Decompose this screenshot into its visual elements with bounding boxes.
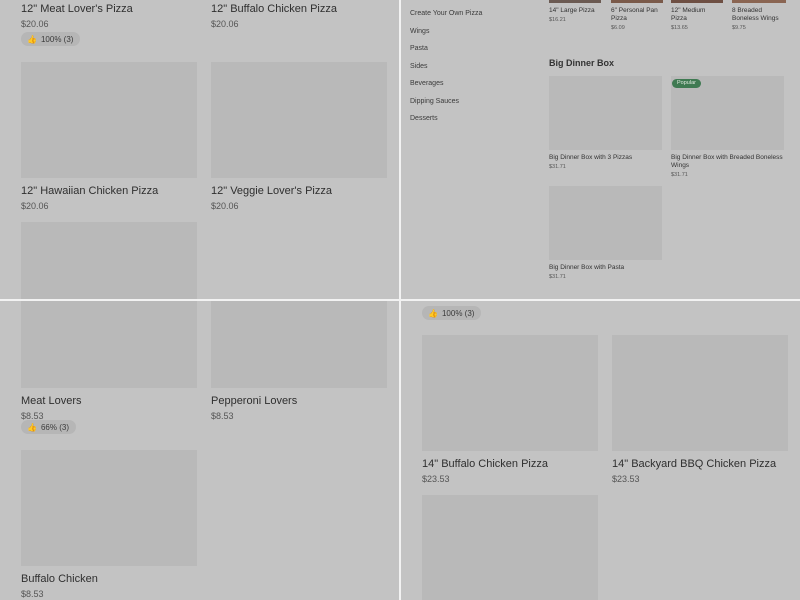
- menu-item-title: Buffalo Chicken: [21, 573, 98, 585]
- category-nav-item[interactable]: Sides: [410, 63, 428, 70]
- rating-badge: 👍 100% (3): [422, 306, 482, 320]
- menu-item-card[interactable]: 14" Buffalo Chicken Pizza $23.53: [422, 335, 598, 484]
- menu-item-card[interactable]: Big Dinner Box with Pasta $31.71: [549, 186, 662, 280]
- menu-item-price: $31.71: [549, 164, 566, 170]
- menu-item-title: 12" Veggie Lover's Pizza: [211, 185, 332, 197]
- menu-item-price: $20.06: [211, 19, 239, 29]
- menu-item-card[interactable]: Buffalo Chicken $8.53: [21, 450, 197, 599]
- menu-item-card[interactable]: Meat Lovers $8.53: [21, 301, 197, 421]
- menu-item-price: $6.09: [611, 25, 625, 31]
- menu-item-price: $9.75: [732, 25, 746, 31]
- menu-item-title: Big Dinner Box with Pasta: [549, 264, 625, 271]
- menu-item-card[interactable]: 6" Personal Pan Pizza $6.09: [611, 0, 663, 31]
- menu-item-image: [211, 62, 387, 178]
- menu-item-title: 14" Backyard BBQ Chicken Pizza: [612, 458, 777, 470]
- menu-item-image: [422, 335, 598, 451]
- panel-top-left: 12" Meat Lover's Pizza $20.06 12" Buffal…: [0, 0, 399, 299]
- category-nav-item[interactable]: Wings: [410, 28, 429, 35]
- category-nav-item[interactable]: Pasta: [410, 45, 428, 52]
- menu-item-image: [211, 301, 387, 388]
- menu-item-price: $13.65: [671, 25, 688, 31]
- menu-item-price: $20.06: [21, 19, 49, 29]
- menu-item-card[interactable]: 14" Backyard BBQ Chicken Pizza $23.53: [612, 335, 788, 484]
- menu-item-price: $20.06: [21, 201, 49, 211]
- menu-item-price: $8.53: [21, 589, 44, 599]
- menu-item-card[interactable]: 8 Breaded Boneless Wings $9.75: [732, 0, 786, 31]
- panel-bottom-right: 👍 100% (3) 14" Buffalo Chicken Pizza $23…: [401, 301, 800, 600]
- thumbs-up-icon: 👍: [27, 422, 37, 432]
- menu-item-image: [422, 495, 598, 600]
- popular-badge: Popular: [672, 79, 701, 88]
- menu-item-title: Meat Lovers: [21, 395, 82, 407]
- panel-top-right: Create Your Own Pizza Wings Pasta Sides …: [401, 0, 800, 299]
- horizontal-divider: [0, 299, 800, 301]
- menu-item-card[interactable]: 12" Buffalo Chicken Pizza $20.06: [211, 0, 387, 29]
- menu-item-card[interactable]: Big Dinner Box with 3 Pizzas $31.71: [549, 76, 662, 170]
- menu-item-title: 12" Medium Pizza: [671, 7, 706, 22]
- menu-item-image: [21, 222, 197, 299]
- menu-item-image: [549, 0, 601, 3]
- menu-item-image: [671, 0, 723, 3]
- menu-item-title: Big Dinner Box with 3 Pizzas: [549, 154, 633, 161]
- menu-item-card[interactable]: Pepperoni Lovers $8.53: [211, 301, 387, 421]
- menu-item-card[interactable]: Big Dinner Box with Breaded Boneless Win…: [671, 76, 784, 178]
- menu-item-title: 14" Buffalo Chicken Pizza: [422, 458, 548, 470]
- menu-item-title: 12" Meat Lover's Pizza: [21, 3, 133, 15]
- section-title: Big Dinner Box: [549, 58, 615, 68]
- menu-item-title: 8 Breaded Boneless Wings: [732, 7, 779, 22]
- rating-badge: 👍 100% (3): [21, 32, 81, 46]
- menu-item-price: $31.71: [549, 274, 566, 280]
- rating-text: 100% (3): [40, 34, 74, 44]
- menu-item-title: 12" Hawaiian Chicken Pizza: [21, 185, 159, 197]
- menu-item-title: 6" Personal Pan Pizza: [611, 7, 658, 22]
- menu-item-image: [21, 301, 197, 388]
- menu-item-price: $20.06: [211, 201, 239, 211]
- menu-item-card[interactable]: 12" Hawaiian Chicken Pizza $20.06: [21, 62, 197, 211]
- menu-item-image: [21, 450, 197, 566]
- menu-item-card[interactable]: [21, 222, 197, 299]
- rating-badge: 👍 66% (3): [21, 420, 76, 434]
- thumbs-up-icon: 👍: [428, 308, 438, 318]
- menu-item-price: $16.21: [549, 17, 566, 23]
- menu-item-title: Big Dinner Box with Breaded Boneless Win…: [671, 154, 783, 169]
- menu-item-image: [21, 62, 197, 178]
- category-nav-item[interactable]: Create Your Own Pizza: [410, 10, 482, 17]
- menu-item-card[interactable]: [422, 495, 598, 600]
- category-nav-item[interactable]: Desserts: [410, 115, 438, 122]
- menu-item-price: $31.71: [671, 172, 688, 178]
- menu-item-image: [549, 76, 662, 150]
- menu-item-image: [732, 0, 786, 3]
- menu-item-card[interactable]: 12" Veggie Lover's Pizza $20.06: [211, 62, 387, 211]
- rating-text: 100% (3): [441, 308, 475, 318]
- panel-bottom-left: Meat Lovers $8.53 Pepperoni Lovers $8.53…: [0, 301, 399, 600]
- menu-item-image: [549, 186, 662, 260]
- menu-item-image: [612, 335, 788, 451]
- category-nav-item[interactable]: Beverages: [410, 80, 443, 87]
- category-nav-item[interactable]: Dipping Sauces: [410, 98, 459, 105]
- menu-item-title: 14" Large Pizza: [549, 7, 595, 14]
- menu-item-price: $23.53: [612, 474, 640, 484]
- menu-item-image: [611, 0, 663, 3]
- menu-item-price: $8.53: [211, 411, 234, 421]
- menu-item-card[interactable]: 14" Large Pizza $16.21: [549, 0, 601, 23]
- rating-text: 66% (3): [40, 422, 69, 432]
- menu-item-title: Pepperoni Lovers: [211, 395, 298, 407]
- menu-item-title: 12" Buffalo Chicken Pizza: [211, 3, 337, 15]
- thumbs-up-icon: 👍: [27, 34, 37, 44]
- menu-item-card[interactable]: 12" Medium Pizza $13.65: [671, 0, 723, 31]
- menu-item-price: $23.53: [422, 474, 450, 484]
- menu-item-card[interactable]: 12" Meat Lover's Pizza $20.06: [21, 0, 197, 29]
